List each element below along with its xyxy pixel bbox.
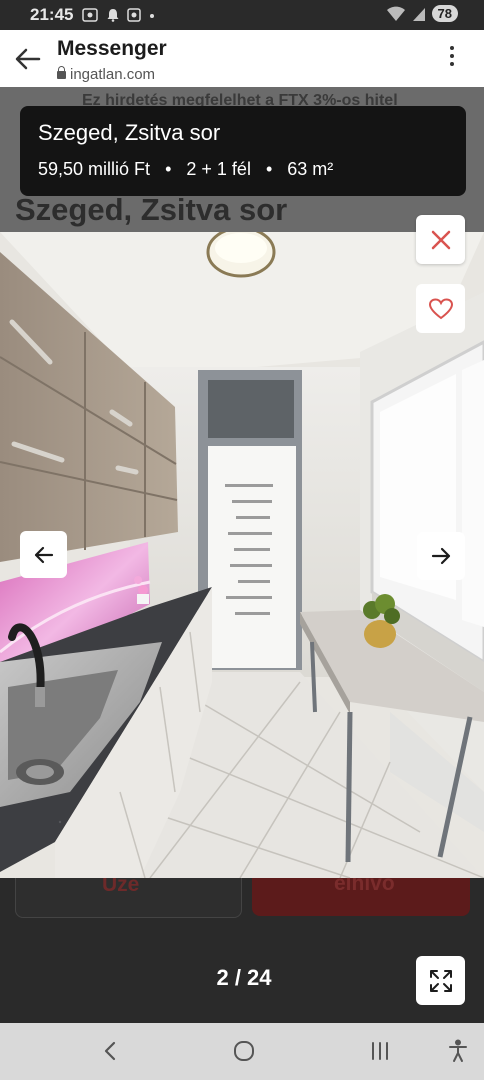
dot-icon	[450, 62, 454, 66]
arrow-left-icon	[15, 48, 41, 70]
wifi-icon	[386, 6, 405, 21]
listing-rooms: 2 + 1 fél	[186, 159, 251, 179]
dot-icon	[450, 46, 454, 50]
status-right: 78	[386, 5, 458, 22]
dot-icon	[450, 54, 454, 58]
browser-header: Messenger ingatlan.com	[0, 30, 484, 87]
separator: •	[165, 159, 172, 179]
listing-details: 59,50 millió Ft • 2 + 1 fél • 63 m²	[38, 159, 333, 180]
signal-icon	[412, 7, 425, 21]
arrow-left-icon	[34, 546, 53, 563]
more-menu-button[interactable]	[440, 46, 464, 72]
header-title: Messenger	[57, 37, 167, 60]
listing-info-card: Szeged, Zsitva sor 59,50 millió Ft • 2 +…	[20, 106, 466, 196]
accessibility-button[interactable]	[440, 1035, 476, 1067]
listing-price: 59,50 millió Ft	[38, 159, 151, 179]
arrow-right-icon	[431, 547, 451, 565]
fullscreen-button[interactable]	[416, 956, 465, 1005]
home-icon	[234, 1041, 254, 1061]
photo-counter: 2 / 24	[216, 965, 272, 990]
listing-title: Szeged, Zsitva sor	[38, 120, 221, 145]
notification-icons	[82, 6, 155, 22]
header-url: ingatlan.com	[57, 66, 155, 83]
system-back-button[interactable]	[92, 1035, 128, 1067]
lock-icon	[57, 66, 66, 79]
previous-photo-button[interactable]	[20, 531, 67, 578]
dot-icon	[149, 13, 154, 18]
status-time: 21:45	[30, 5, 74, 24]
favorite-button[interactable]	[416, 284, 465, 333]
status-bar: 21:45 78	[0, 0, 484, 30]
close-gallery-button[interactable]	[416, 215, 465, 264]
accessibility-icon	[449, 1039, 467, 1062]
system-nav-bar	[0, 1023, 484, 1080]
kitchen-photo	[0, 232, 484, 878]
gallery-photo[interactable]	[0, 232, 484, 878]
close-icon	[431, 230, 450, 249]
bell-icon	[107, 8, 119, 22]
gallery-icon	[127, 7, 141, 22]
next-photo-button[interactable]	[417, 532, 465, 580]
system-recents-button[interactable]	[362, 1035, 398, 1067]
chevron-left-icon	[104, 1041, 116, 1061]
recents-icon	[372, 1042, 388, 1060]
url-text: ingatlan.com	[70, 66, 156, 83]
back-button[interactable]	[12, 43, 44, 75]
fullscreen-icon	[429, 969, 452, 992]
heart-icon	[428, 297, 453, 319]
listing-area: 63 m²	[287, 159, 334, 179]
system-home-button[interactable]	[226, 1035, 262, 1067]
screenshot-icon	[82, 7, 98, 22]
bg-title: Szeged, Zsitva sor	[15, 192, 288, 227]
battery-indicator: 78	[431, 5, 458, 22]
separator: •	[265, 159, 273, 179]
